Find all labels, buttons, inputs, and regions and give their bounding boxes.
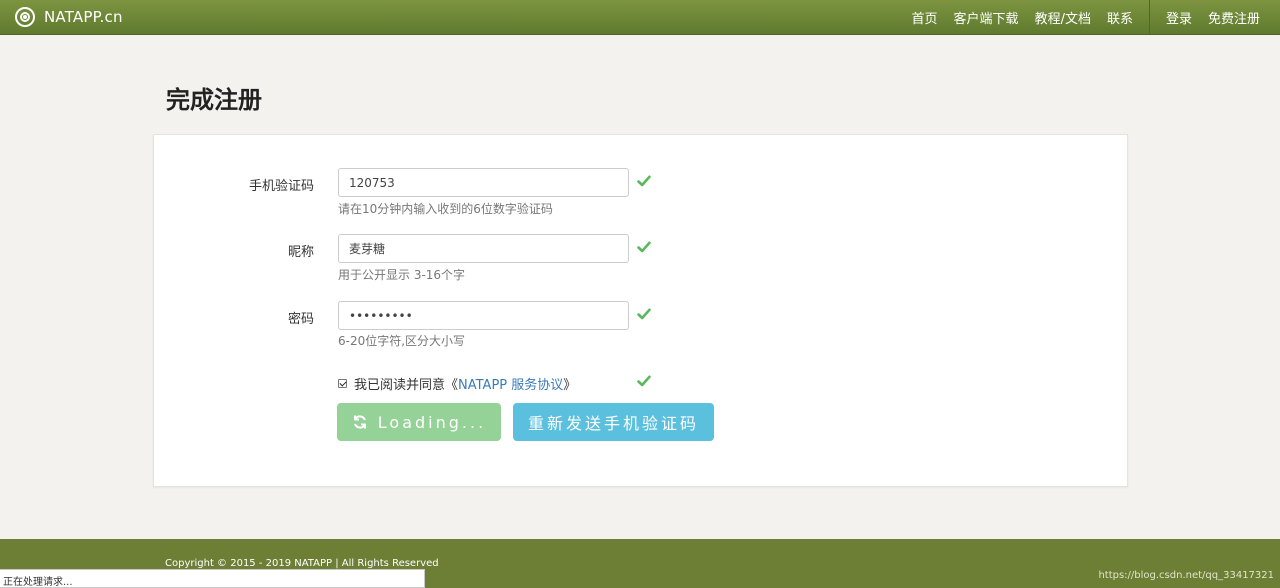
password-help: 6-20位字符,区分大小写	[338, 334, 466, 348]
nav-register-link[interactable]: 免费注册	[1208, 8, 1260, 27]
brand-link[interactable]: NATAPP.cn	[15, 6, 123, 28]
register-form-panel: 手机验证码 请在10分钟内输入收到的6位数字验证码 昵称 用于公开显示 3-16…	[153, 134, 1128, 487]
password-check-icon	[637, 308, 651, 320]
agreement-link[interactable]: NATAPP 服务协议	[458, 374, 563, 393]
nickname-help: 用于公开显示 3-16个字	[338, 268, 466, 282]
browser-status-bar: 正在处理请求...	[0, 569, 425, 588]
nickname-input[interactable]	[338, 234, 629, 263]
top-navbar: NATAPP.cn 首页 客户端下载 教程/文档 联系 登录 免费注册	[0, 0, 1280, 35]
nav-download-link[interactable]: 客户端下载	[954, 8, 1019, 27]
sms-code-help: 请在10分钟内输入收到的6位数字验证码	[338, 202, 553, 216]
nav-menu: 首页 客户端下载 教程/文档 联系 登录 免费注册	[896, 0, 1260, 35]
nickname-check-icon	[637, 241, 651, 253]
loading-button-label: Loading...	[377, 412, 487, 432]
agreement-row: 我已阅读并同意《 NATAPP 服务协议 》	[338, 374, 577, 393]
agreement-checkbox[interactable]	[338, 378, 347, 388]
refresh-icon	[353, 415, 366, 429]
password-label: 密码	[287, 312, 314, 327]
sms-code-label: 手机验证码	[248, 179, 314, 194]
password-input[interactable]	[338, 301, 629, 330]
nav-home-link[interactable]: 首页	[912, 8, 938, 27]
brand-name: NATAPP.cn	[44, 8, 123, 26]
sms-code-check-icon	[637, 175, 651, 187]
natapp-logo-icon	[15, 7, 35, 27]
nav-login-link[interactable]: 登录	[1166, 8, 1192, 27]
nav-docs-link[interactable]: 教程/文档	[1035, 8, 1091, 27]
submit-loading-button[interactable]: Loading...	[337, 403, 501, 441]
sms-code-input[interactable]	[338, 168, 629, 197]
page-title: 完成注册	[166, 86, 262, 114]
agreement-suffix: 》	[563, 377, 577, 393]
nav-contact-link[interactable]: 联系	[1107, 8, 1133, 27]
nav-divider	[1148, 0, 1150, 35]
nickname-label: 昵称	[287, 245, 314, 260]
agreement-check-icon	[637, 375, 651, 387]
resend-sms-button[interactable]: 重新发送手机验证码	[513, 403, 714, 441]
watermark-text: https://blog.csdn.net/qq_33417321	[1098, 570, 1274, 581]
agreement-prefix: 我已阅读并同意《	[354, 377, 459, 393]
copyright-text: Copyright © 2015 - 2019 NATAPP | All Rig…	[165, 558, 439, 569]
